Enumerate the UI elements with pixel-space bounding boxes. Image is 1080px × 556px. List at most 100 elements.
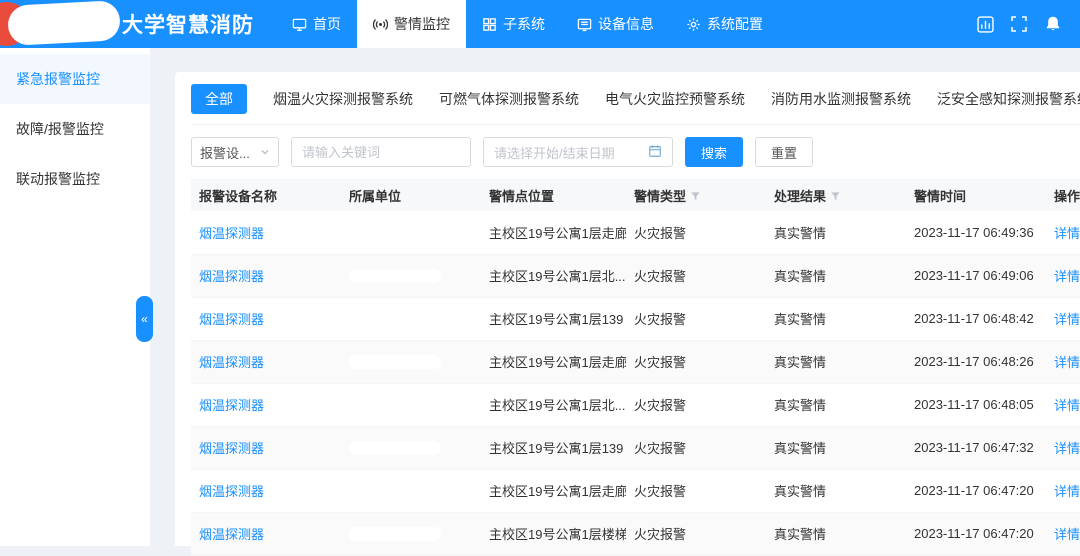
device-name-link[interactable]: 烟温探测器: [199, 398, 264, 413]
sidebar-item-fault-alarm[interactable]: 故障/报警监控: [0, 104, 150, 154]
table-row: 烟温探测器 主校区19号公寓1层139 火灾报警 真实警情 2023-11-17…: [191, 297, 1080, 340]
header-device-name: 报警设备名称: [191, 179, 341, 211]
tab-pan-safety-system[interactable]: 泛安全感知探测报警系统: [937, 89, 1080, 109]
settings-icon: [686, 17, 701, 32]
detail-link[interactable]: 详情: [1054, 312, 1080, 327]
unit-cell: [341, 512, 481, 555]
device-name-link[interactable]: 烟温探测器: [199, 355, 264, 370]
sidebar-item-linkage-alarm[interactable]: 联动报警监控: [0, 154, 150, 204]
table-row: 烟温探测器 主校区19号公寓1层走廊4 火灾报警 真实警情 2023-11-17…: [191, 211, 1080, 254]
search-button[interactable]: 搜索: [685, 137, 743, 167]
nav-item-label: 设备信息: [598, 14, 654, 34]
location-cell: 主校区19号公寓1层走廊4: [481, 211, 626, 254]
nav-item-system-config[interactable]: 系统配置: [670, 0, 779, 48]
header-location: 警情点位置: [481, 179, 626, 211]
detail-link[interactable]: 详情: [1054, 484, 1080, 499]
header-actions: 操作: [1046, 179, 1080, 211]
table-row: 烟温探测器 主校区19号公寓1层走廊4 火灾报警 真实警情 2023-11-17…: [191, 340, 1080, 383]
redacted-unit: [349, 398, 441, 412]
redacted-unit: [349, 355, 441, 369]
reset-button[interactable]: 重置: [755, 137, 813, 167]
home-icon: [292, 17, 307, 32]
alarm-monitor-icon: [373, 17, 388, 32]
detail-link[interactable]: 详情: [1054, 269, 1080, 284]
device-name-link[interactable]: 烟温探测器: [199, 441, 264, 456]
result-cell: 真实警情: [766, 426, 906, 469]
tab-smoke-temp-fire-system[interactable]: 烟温火灾探测报警系统: [273, 89, 413, 109]
filter-icon[interactable]: [830, 190, 841, 205]
keyword-input[interactable]: [291, 137, 471, 167]
table-row: 烟温探测器 主校区19号公寓1层走廊4 火灾报警 真实警情 2023-11-17…: [191, 469, 1080, 512]
device-name-link[interactable]: 烟温探测器: [199, 312, 264, 327]
sidebar-collapse-handle[interactable]: «: [136, 296, 153, 342]
table-row: 烟温探测器 主校区19号公寓1层北... 火灾报警 真实警情 2023-11-1…: [191, 254, 1080, 297]
alarm-table: 报警设备名称 所属单位 警情点位置 警情类型 处理结果 警情时间 操作 烟温探测…: [191, 179, 1080, 556]
system-tabs: 全部 烟温火灾探测报警系统 可燃气体探测报警系统 电气火灾监控预警系统 消防用水…: [191, 82, 1080, 125]
subsystem-icon: [482, 17, 497, 32]
tab-electrical-fire-system[interactable]: 电气火灾监控预警系统: [605, 89, 745, 109]
result-cell: 真实警情: [766, 340, 906, 383]
topbar: 大学智慧消防 首页 警情监控 子系统 设备信息: [0, 0, 1080, 48]
device-name-link[interactable]: 烟温探测器: [199, 527, 264, 542]
alarm-type-cell: 火灾报警: [626, 512, 766, 555]
detail-link[interactable]: 详情: [1054, 441, 1080, 456]
time-cell: 2023-11-17 06:47:32: [906, 426, 1046, 469]
nav-item-home[interactable]: 首页: [276, 0, 357, 48]
nav-item-subsystem[interactable]: 子系统: [466, 0, 561, 48]
tab-all[interactable]: 全部: [191, 84, 247, 114]
tab-fire-water-system[interactable]: 消防用水监测报警系统: [771, 89, 911, 109]
alarm-type-cell: 火灾报警: [626, 469, 766, 512]
header-label: 处理结果: [774, 189, 826, 204]
alarm-type-cell: 火灾报警: [626, 426, 766, 469]
device-name-link[interactable]: 烟温探测器: [199, 484, 264, 499]
result-cell: 真实警情: [766, 469, 906, 512]
location-cell: 主校区19号公寓1层139: [481, 426, 626, 469]
nav-item-label: 系统配置: [707, 14, 763, 34]
time-cell: 2023-11-17 06:49:36: [906, 211, 1046, 254]
dashboard-icon[interactable]: [977, 16, 994, 33]
nav-item-label: 警情监控: [394, 14, 450, 34]
header-alarm-type: 警情类型: [626, 179, 766, 211]
table-body: 烟温探测器 主校区19号公寓1层走廊4 火灾报警 真实警情 2023-11-17…: [191, 211, 1080, 555]
redacted-unit: [349, 527, 441, 541]
table-row: 烟温探测器 主校区19号公寓1层北... 火灾报警 真实警情 2023-11-1…: [191, 383, 1080, 426]
redacted-unit: [349, 441, 441, 455]
detail-link[interactable]: 详情: [1054, 398, 1080, 413]
app-title: 大学智慧消防: [122, 9, 254, 39]
date-range-input[interactable]: 请选择开始/结束日期: [483, 137, 673, 167]
location-cell: 主校区19号公寓1层走廊4: [481, 340, 626, 383]
result-cell: 真实警情: [766, 254, 906, 297]
sidebar-item-emergency-alarm[interactable]: 紧急报警监控: [0, 54, 150, 104]
detail-link[interactable]: 详情: [1054, 355, 1080, 370]
device-name-link[interactable]: 烟温探测器: [199, 269, 264, 284]
logo: [0, 0, 122, 48]
alarm-type-cell: 火灾报警: [626, 254, 766, 297]
time-cell: 2023-11-17 06:48:26: [906, 340, 1046, 383]
header-unit: 所属单位: [341, 179, 481, 211]
nav-item-device-info[interactable]: 设备信息: [561, 0, 670, 48]
bell-icon[interactable]: [1044, 15, 1062, 33]
header-label: 警情类型: [634, 189, 686, 204]
select-value: 报警设...: [200, 143, 250, 162]
device-name-link[interactable]: 烟温探测器: [199, 226, 264, 241]
location-cell: 主校区19号公寓1层北...: [481, 383, 626, 426]
alarm-device-select[interactable]: 报警设...: [191, 137, 279, 167]
fullscreen-icon[interactable]: [1011, 16, 1027, 32]
location-cell: 主校区19号公寓1层北...: [481, 254, 626, 297]
time-cell: 2023-11-17 06:48:05: [906, 383, 1046, 426]
alarm-type-cell: 火灾报警: [626, 340, 766, 383]
nav-item-alarm-monitor[interactable]: 警情监控: [357, 0, 466, 48]
sidebar: 紧急报警监控 故障/报警监控 联动报警监控: [0, 48, 150, 546]
unit-cell: [341, 211, 481, 254]
detail-link[interactable]: 详情: [1054, 527, 1080, 542]
filter-icon[interactable]: [690, 190, 701, 205]
time-cell: 2023-11-17 06:48:42: [906, 297, 1046, 340]
alarm-type-cell: 火灾报警: [626, 211, 766, 254]
table-row: 烟温探测器 主校区19号公寓1层139 火灾报警 真实警情 2023-11-17…: [191, 426, 1080, 469]
unit-cell: [341, 254, 481, 297]
redacted-logo: [7, 0, 121, 46]
table-row: 烟温探测器 主校区19号公寓1层楼梯3 火灾报警 真实警情 2023-11-17…: [191, 512, 1080, 555]
tab-combustible-gas-system[interactable]: 可燃气体探测报警系统: [439, 89, 579, 109]
detail-link[interactable]: 详情: [1054, 226, 1080, 241]
main-card: 全部 烟温火灾探测报警系统 可燃气体探测报警系统 电气火灾监控预警系统 消防用水…: [175, 72, 1080, 546]
